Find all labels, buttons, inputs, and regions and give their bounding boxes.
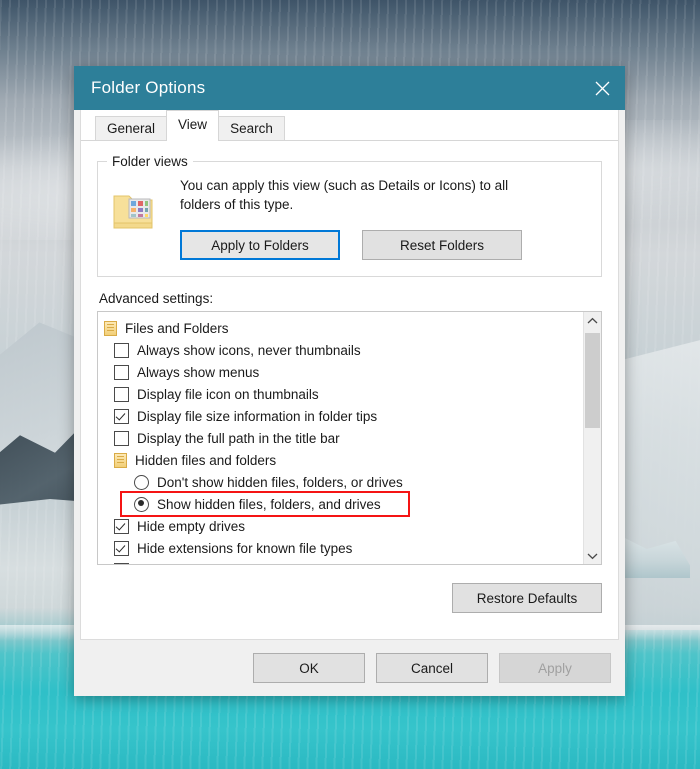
scrollbar-track[interactable] [584, 329, 601, 547]
cancel-button[interactable]: Cancel [376, 653, 488, 683]
apply-button: Apply [499, 653, 611, 683]
scrollbar-thumb[interactable] [585, 333, 600, 428]
desktop-background: Folder Options General View Search Folde… [0, 0, 700, 769]
list-item-label: Always show icons, never thumbnails [137, 342, 361, 358]
folder-group-icon [114, 452, 127, 468]
ok-button[interactable]: OK [253, 653, 365, 683]
folder-group-icon [104, 320, 117, 336]
checkbox-unchecked[interactable] [114, 430, 129, 446]
list-item[interactable]: Hide folder merge conflicts [98, 559, 583, 564]
advanced-settings-scrollbar[interactable] [583, 312, 601, 564]
advanced-settings-items: Files and Folders Always show icons, neve… [98, 312, 583, 564]
checkbox-checked[interactable] [114, 408, 129, 424]
list-item[interactable]: Always show menus [98, 361, 583, 383]
tab-general[interactable]: General [95, 116, 168, 140]
radio-unselected[interactable] [134, 474, 149, 490]
folder-views-group: Folder views You can apply this view (su… [97, 154, 602, 277]
restore-defaults-row: Restore Defaults [97, 583, 602, 613]
list-item-label: Hide folder merge conflicts [137, 563, 297, 565]
list-item-label: Always show menus [137, 364, 260, 380]
dialog-title: Folder Options [91, 78, 206, 97]
advanced-settings-label: Advanced settings: [99, 291, 214, 306]
advanced-settings-listbox[interactable]: Files and Folders Always show icons, neve… [97, 311, 602, 565]
checkbox-unchecked[interactable] [114, 364, 129, 380]
folder-options-dialog: Folder Options General View Search Folde… [74, 66, 625, 696]
list-group-header: Files and Folders [98, 317, 583, 339]
list-item[interactable]: Display the full path in the title bar [98, 427, 583, 449]
list-item-label: Don't show hidden files, folders, or dri… [157, 474, 403, 490]
tab-view[interactable]: View [166, 110, 220, 141]
dialog-footer: OK Cancel Apply [74, 640, 625, 696]
folder-views-description: You can apply this view (such as Details… [180, 178, 509, 212]
folder-views-legend: Folder views [107, 154, 193, 169]
list-item[interactable]: Don't show hidden files, folders, or dri… [98, 471, 583, 493]
checkbox-checked[interactable] [114, 518, 129, 534]
list-item-label: Hidden files and folders [135, 452, 277, 468]
list-item[interactable]: Hide extensions for known file types [98, 537, 583, 559]
list-group-header: Hidden files and folders [98, 449, 583, 471]
tab-search[interactable]: Search [218, 116, 285, 140]
checkbox-checked[interactable] [114, 540, 129, 556]
list-item[interactable]: Display file icon on thumbnails [98, 383, 583, 405]
chevron-up-icon[interactable] [584, 312, 601, 329]
apply-to-folders-button[interactable]: Apply to Folders [180, 230, 340, 260]
list-item[interactable]: Display file size information in folder … [98, 405, 583, 427]
tabstrip: General View Search [81, 110, 618, 141]
list-item-label: Display the full path in the title bar [137, 430, 340, 446]
list-item[interactable]: Hide empty drives [98, 515, 583, 537]
radio-selected[interactable] [134, 496, 149, 512]
dialog-body: General View Search Folder views You can… [80, 110, 619, 640]
dialog-titlebar: Folder Options [74, 66, 625, 110]
reset-folders-button[interactable]: Reset Folders [362, 230, 522, 260]
restore-defaults-button[interactable]: Restore Defaults [452, 583, 602, 613]
checkbox-unchecked[interactable] [114, 386, 129, 402]
list-item-label: Display file icon on thumbnails [137, 386, 319, 402]
list-item-label: Show hidden files, folders, and drives [157, 496, 381, 512]
list-item[interactable]: Always show icons, never thumbnails [98, 339, 583, 361]
tab-panel-view: Folder views You can apply this view (su… [81, 141, 618, 639]
checkbox-unchecked[interactable] [114, 342, 129, 358]
list-item[interactable]: Show hidden files, folders, and drives [120, 491, 410, 517]
list-item-label: Hide extensions for known file types [137, 540, 353, 556]
folder-views-buttons: Apply to Folders Reset Folders [180, 230, 587, 260]
close-icon[interactable] [579, 66, 625, 110]
list-item-label: Display file size information in folder … [137, 408, 378, 424]
list-item-label: Files and Folders [125, 320, 229, 336]
folder-view-icon [112, 176, 176, 239]
list-item-label: Hide empty drives [137, 518, 246, 534]
chevron-down-icon[interactable] [584, 547, 601, 564]
checkbox-checked[interactable] [114, 562, 129, 564]
